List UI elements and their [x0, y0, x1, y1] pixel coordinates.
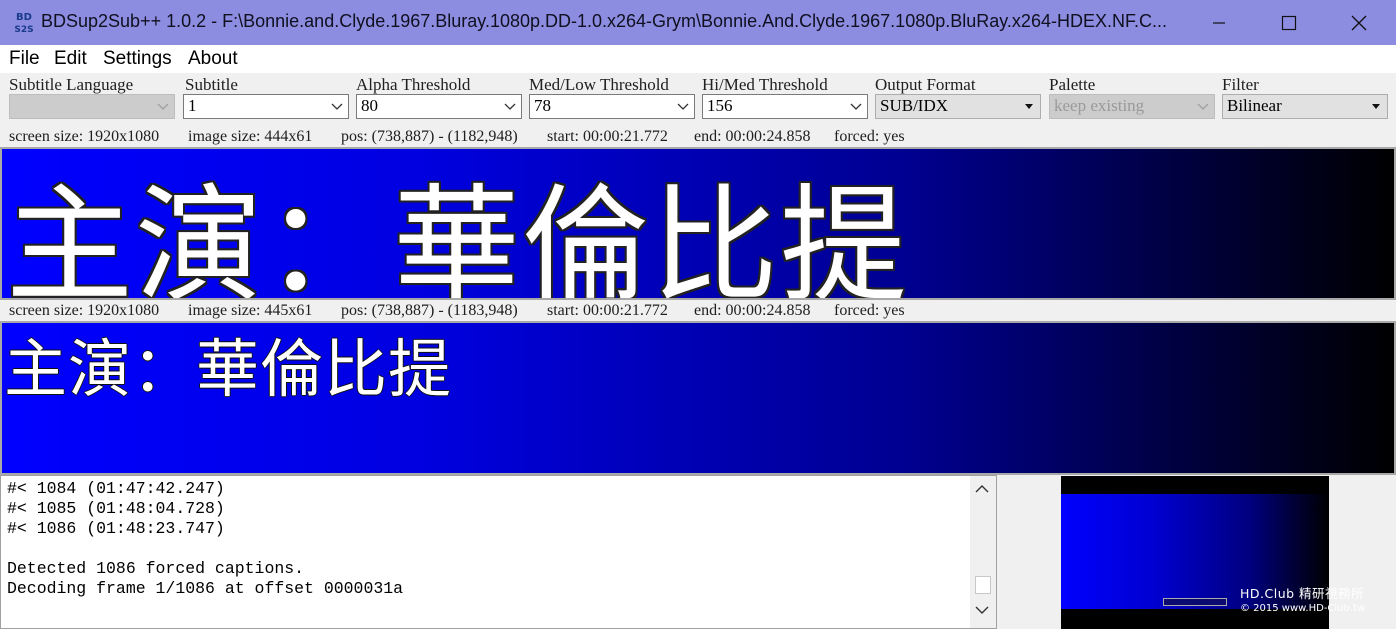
target-preview-pane: 主演：華倫比提 [0, 321, 1396, 475]
med-low-threshold-label: Med/Low Threshold [529, 75, 669, 94]
watermark-line2: © 2015 www.HD-Club.tw [1240, 603, 1366, 614]
med-low-threshold-select[interactable]: 78 [529, 94, 695, 119]
source-image-size: image size: 444x61 [188, 128, 313, 145]
close-icon [1351, 15, 1367, 30]
source-info-row: screen size: 1920x1080 image size: 444x6… [0, 126, 1396, 148]
target-subtitle-image: 主演：華倫比提 [4, 333, 452, 406]
scroll-up-icon[interactable] [974, 483, 990, 495]
toolbar: Subtitle Language Subtitle 1 Alpha Thres… [0, 73, 1396, 126]
chevron-down-icon [1197, 103, 1209, 110]
source-pos: pos: (738,887) - (1182,948) [341, 128, 518, 145]
alpha-threshold-value: 80 [361, 96, 378, 115]
log-console[interactable]: #< 1084 (01:47:42.247) #< 1085 (01:48:04… [0, 475, 997, 629]
close-button[interactable] [1324, 0, 1394, 45]
scroll-down-icon[interactable] [974, 604, 990, 616]
subtitle-language-select[interactable] [9, 94, 175, 119]
svg-text:S2S: S2S [14, 25, 33, 35]
menu-edit[interactable]: Edit [54, 48, 87, 70]
maximize-icon [1281, 15, 1297, 30]
dropdown-arrow-icon [1372, 104, 1380, 109]
subtitle-value: 1 [188, 96, 197, 115]
source-preview-pane: 主演：華倫比提 [0, 147, 1396, 300]
filter-value: Bilinear [1227, 96, 1282, 115]
chevron-down-icon [331, 103, 343, 110]
palette-value: keep existing [1054, 96, 1145, 115]
palette-select[interactable]: keep existing [1049, 94, 1215, 119]
subtitle-language-label: Subtitle Language [9, 75, 134, 94]
target-pos: pos: (738,887) - (1183,948) [341, 302, 518, 319]
chevron-down-icon [677, 103, 689, 110]
output-format-value: SUB/IDX [880, 96, 949, 115]
alpha-threshold-label: Alpha Threshold [356, 75, 471, 94]
minimize-button[interactable] [1184, 0, 1254, 45]
scroll-thumb[interactable] [975, 576, 991, 594]
target-forced: forced: yes [834, 302, 905, 319]
svg-text:BD: BD [16, 12, 32, 23]
app-icon: BD S2S [11, 9, 37, 35]
log-scrollbar[interactable] [970, 476, 996, 628]
maximize-button[interactable] [1254, 0, 1324, 45]
source-screen-size: screen size: 1920x1080 [9, 128, 160, 145]
menu-about[interactable]: About [188, 48, 238, 70]
source-subtitle-image: 主演：華倫比提 [6, 172, 910, 300]
thumbnail-subtitle-box [1163, 598, 1227, 606]
filter-label: Filter [1222, 75, 1259, 94]
menu-settings[interactable]: Settings [103, 48, 172, 70]
target-info-row: screen size: 1920x1080 image size: 445x6… [0, 300, 1396, 322]
palette-label: Palette [1049, 75, 1096, 94]
med-low-threshold-value: 78 [534, 96, 551, 115]
minimize-icon [1213, 21, 1225, 24]
source-end: end: 00:00:24.858 [694, 128, 811, 145]
chevron-down-icon [157, 103, 169, 110]
chevron-down-icon [850, 103, 862, 110]
menu-file[interactable]: File [9, 48, 40, 70]
filter-select[interactable]: Bilinear [1222, 94, 1388, 119]
output-format-select[interactable]: SUB/IDX [875, 94, 1041, 119]
hi-med-threshold-label: Hi/Med Threshold [702, 75, 828, 94]
window-title: BDSup2Sub++ 1.0.2 - F:\Bonnie.and.Clyde.… [41, 11, 1167, 31]
chevron-down-icon [504, 103, 516, 110]
subtitle-label: Subtitle [185, 75, 238, 94]
alpha-threshold-select[interactable]: 80 [356, 94, 522, 119]
dropdown-arrow-icon [1025, 104, 1033, 109]
subtitle-select[interactable]: 1 [183, 94, 349, 119]
watermark: HD.Club 精研視務所 © 2015 www.HD-Club.tw [1240, 583, 1365, 614]
title-bar: BD S2S BDSup2Sub++ 1.0.2 - F:\Bonnie.and… [0, 0, 1396, 45]
source-start: start: 00:00:21.772 [547, 128, 668, 145]
menu-bar: File Edit Settings About [0, 45, 1396, 73]
log-text: #< 1084 (01:47:42.247) #< 1085 (01:48:04… [7, 479, 404, 598]
target-end: end: 00:00:24.858 [694, 302, 811, 319]
target-screen-size: screen size: 1920x1080 [9, 302, 160, 319]
watermark-line1: HD.Club 精研視務所 [1240, 586, 1365, 601]
target-start: start: 00:00:21.772 [547, 302, 668, 319]
source-forced: forced: yes [834, 128, 905, 145]
hi-med-threshold-select[interactable]: 156 [702, 94, 868, 119]
output-format-label: Output Format [875, 75, 976, 94]
target-image-size: image size: 445x61 [188, 302, 313, 319]
hi-med-threshold-value: 156 [707, 96, 733, 115]
